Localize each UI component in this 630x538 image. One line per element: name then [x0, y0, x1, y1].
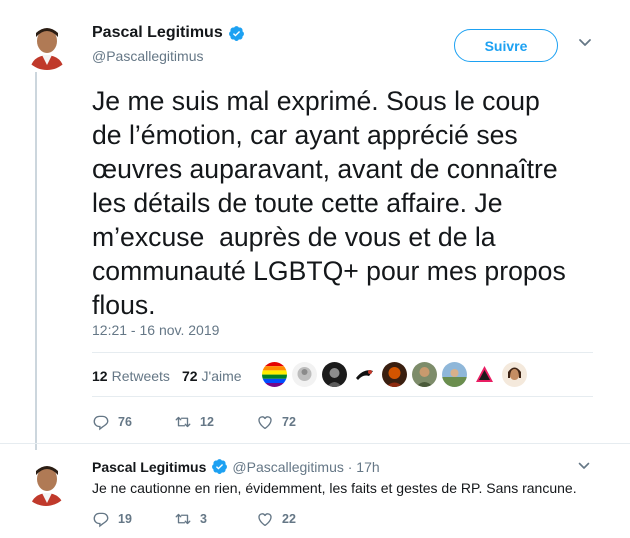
- like-button[interactable]: 22: [256, 510, 338, 528]
- reply-button[interactable]: 76: [92, 413, 174, 431]
- likes-stat[interactable]: 72 J'aime: [182, 368, 242, 384]
- follow-button[interactable]: Suivre: [454, 29, 558, 62]
- retweet-button[interactable]: 12: [174, 413, 256, 431]
- liker-avatar[interactable]: [442, 362, 467, 387]
- liker-avatar[interactable]: [292, 362, 317, 387]
- avatar[interactable]: [22, 20, 72, 70]
- author-name[interactable]: Pascal Legitimus: [92, 24, 245, 42]
- liker-avatar[interactable]: [382, 362, 407, 387]
- divider: [0, 443, 630, 444]
- reply-actions: 19 3 22: [92, 510, 338, 528]
- retweet-count: 3: [200, 512, 207, 526]
- like-count: 72: [282, 415, 296, 429]
- liker-avatar[interactable]: [472, 362, 497, 387]
- retweets-count: 12: [92, 368, 108, 384]
- liker-avatar[interactable]: [262, 362, 287, 387]
- retweets-stat[interactable]: 12 Retweets: [92, 368, 170, 384]
- liker-avatar[interactable]: [322, 362, 347, 387]
- tweet-timestamp[interactable]: 12:21 - 16 nov. 2019: [92, 322, 219, 338]
- reply-icon: [93, 512, 109, 528]
- retweet-button[interactable]: 3: [174, 510, 256, 528]
- likers-avatars: [262, 362, 532, 387]
- chevron-down-icon[interactable]: [578, 462, 590, 470]
- liker-avatar[interactable]: [352, 362, 377, 387]
- divider: [92, 352, 593, 353]
- reply-header: Pascal Legitimus @Pascallegitimus · 17h: [92, 458, 380, 475]
- liker-avatar[interactable]: [412, 362, 437, 387]
- like-button[interactable]: 72: [256, 413, 338, 431]
- thread-line: [35, 72, 37, 450]
- heart-icon: [258, 416, 272, 430]
- retweet-icon: [175, 416, 191, 428]
- verified-badge-icon: [212, 459, 228, 474]
- likes-label: J'aime: [201, 368, 242, 384]
- divider: [92, 396, 593, 397]
- reply-text: Je ne cautionne en rien, évidemment, les…: [92, 480, 577, 496]
- tweet-actions: 76 12 72: [92, 413, 338, 431]
- reply-count: 19: [118, 512, 132, 526]
- likes-count: 72: [181, 368, 198, 384]
- reply-button[interactable]: 19: [92, 510, 174, 528]
- reply-count: 76: [118, 415, 132, 429]
- verified-badge-icon: [228, 25, 244, 41]
- author-name-text: Pascal Legitimus: [92, 24, 223, 41]
- retweet-count: 12: [200, 415, 214, 429]
- avatar[interactable]: [22, 458, 70, 506]
- liker-avatar[interactable]: [502, 362, 527, 387]
- tweet-text: Je me suis mal exprimé. Sous le coup de …: [92, 86, 566, 320]
- retweet-icon: [175, 513, 191, 525]
- tweet-header: Pascal Legitimus @Pascallegitimus: [92, 24, 245, 64]
- author-handle-time[interactable]: @Pascallegitimus · 17h: [232, 459, 379, 475]
- tweet-stats: 12 Retweets 72 J'aime: [92, 366, 254, 386]
- author-handle[interactable]: @Pascallegitimus: [92, 48, 245, 64]
- retweets-label: Retweets: [111, 368, 170, 384]
- heart-icon: [258, 513, 272, 527]
- chevron-down-icon[interactable]: [578, 38, 592, 48]
- author-name-text: Pascal Legitimus: [92, 458, 207, 475]
- reply-icon: [93, 415, 109, 431]
- like-count: 22: [282, 512, 296, 526]
- author-name[interactable]: Pascal Legitimus: [92, 458, 228, 475]
